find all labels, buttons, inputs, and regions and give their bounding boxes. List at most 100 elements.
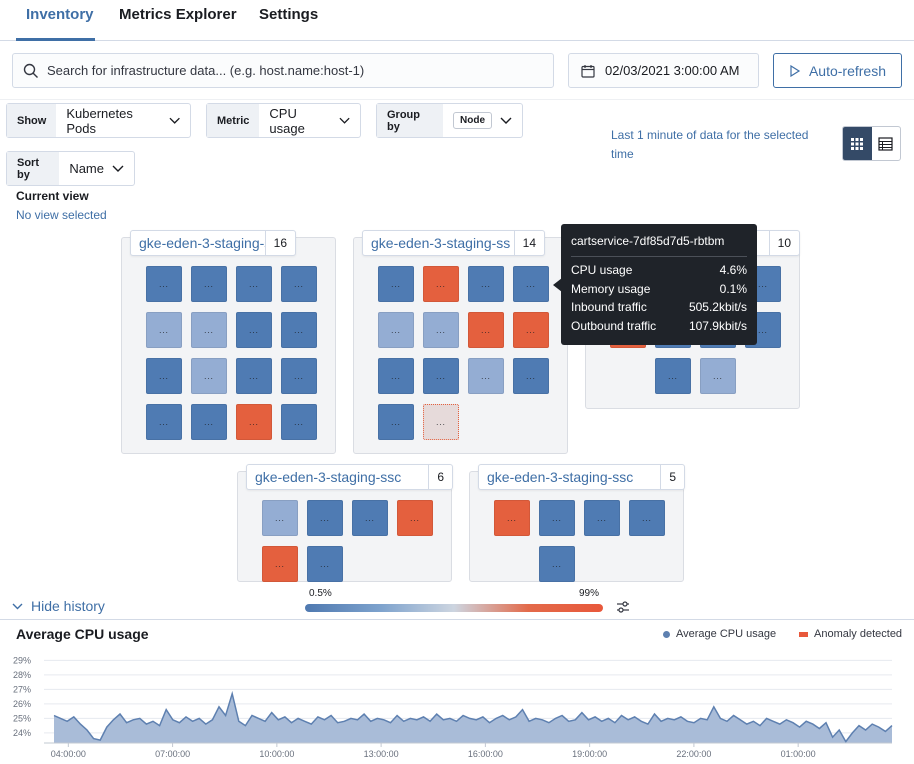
show-value: Kubernetes Pods — [66, 105, 133, 136]
table-icon — [878, 136, 893, 151]
x-tick-label: 16:00:00 — [468, 749, 503, 759]
pod-node[interactable]: ... — [191, 312, 227, 348]
pod-node[interactable]: ... — [629, 500, 665, 536]
pod-node[interactable]: ... — [307, 546, 343, 582]
group-name[interactable]: gke-eden-3-staging-ssc — [479, 469, 660, 485]
legend-max-label: 99% — [579, 588, 600, 599]
pod-node[interactable]: ... — [281, 404, 317, 440]
table-view-button[interactable] — [872, 127, 901, 160]
date-value: 02/03/2021 3:00:00 AM — [605, 63, 740, 78]
pod-node[interactable]: ... — [539, 500, 575, 536]
pod-node[interactable]: ... — [191, 404, 227, 440]
pod-node[interactable]: ... — [378, 266, 414, 302]
legend-avg-cpu-label: Average CPU usage — [676, 628, 777, 640]
group-count: 14 — [513, 231, 544, 255]
pod-node[interactable]: ... — [423, 312, 459, 348]
pod-node[interactable]: ... — [146, 358, 182, 394]
pod-node[interactable]: ... — [700, 358, 736, 394]
pod-node[interactable]: ... — [191, 266, 227, 302]
pod-node[interactable]: ... — [236, 312, 272, 348]
y-tick-label: 28% — [13, 670, 31, 680]
pod-node[interactable]: ... — [146, 404, 182, 440]
sliders-icon[interactable] — [616, 601, 630, 613]
pod-node[interactable]: ... — [352, 500, 388, 536]
group-header[interactable]: gke-eden-3-staging-ssc 6 — [246, 464, 453, 490]
cpu-history-chart: 29% 28% 27% 26% 25% 24% 04:00:00 07:00:00 10:00:… — [13, 655, 893, 759]
tab-settings[interactable]: Settings — [259, 6, 318, 23]
pod-node[interactable]: ... — [423, 404, 459, 440]
group-header[interactable]: gke-eden-3-staging-ss 14 — [362, 230, 545, 256]
y-tick-label: 25% — [13, 713, 31, 723]
group-by-label: Group by — [377, 104, 443, 137]
pod-node[interactable]: ... — [146, 266, 182, 302]
x-tick-label: 22:00:00 — [676, 749, 711, 759]
tab-inventory[interactable]: Inventory — [26, 6, 94, 23]
current-view-label: Current view — [16, 189, 89, 203]
saved-view-link[interactable]: No view selected — [16, 208, 107, 222]
pod-node[interactable]: ... — [236, 358, 272, 394]
tooltip-row: Inbound traffic 505.2kbit/s — [571, 300, 747, 314]
group-count: 5 — [660, 465, 684, 489]
pod-node[interactable]: ... — [191, 358, 227, 394]
tab-metrics-explorer[interactable]: Metrics Explorer — [119, 6, 237, 23]
date-picker[interactable]: 02/03/2021 3:00:00 AM — [568, 53, 759, 88]
pod-node[interactable]: ... — [397, 500, 433, 536]
pod-node[interactable]: ... — [378, 358, 414, 394]
group-header[interactable]: gke-eden-3-staging-ss 16 — [130, 230, 296, 256]
sort-by-label: Sort by — [7, 152, 60, 185]
search-bar[interactable] — [12, 53, 554, 88]
pod-node[interactable]: ... — [236, 404, 272, 440]
pod-node[interactable]: ... — [378, 404, 414, 440]
active-tab-indicator — [16, 38, 95, 41]
map-view-button[interactable] — [843, 127, 872, 160]
tooltip-title: cartservice-7df85d7d5-rbtbm — [571, 234, 747, 257]
play-icon — [790, 64, 801, 77]
tooltip-arrow — [553, 278, 562, 292]
pod-node[interactable]: ... — [513, 266, 549, 302]
pod-node[interactable]: ... — [539, 546, 575, 582]
pod-node[interactable]: ... — [236, 266, 272, 302]
pod-node[interactable]: ... — [513, 358, 549, 394]
metric-select[interactable]: Metric CPU usage — [206, 103, 361, 138]
map-bottom-fade — [0, 582, 914, 618]
pod-node[interactable]: ... — [468, 266, 504, 302]
pod-node[interactable]: ... — [513, 312, 549, 348]
pod-node[interactable]: ... — [262, 500, 298, 536]
y-tick-label: 26% — [13, 699, 31, 709]
pod-node[interactable]: ... — [423, 266, 459, 302]
group-by-value: Node — [453, 112, 492, 129]
pod-node[interactable]: ... — [494, 500, 530, 536]
pod-node[interactable]: ... — [423, 358, 459, 394]
group-name[interactable]: gke-eden-3-staging-ss — [363, 235, 514, 251]
pod-node[interactable]: ... — [146, 312, 182, 348]
tooltip-row: CPU usage 4.6% — [571, 263, 747, 277]
group-by-select[interactable]: Group by Node — [376, 103, 523, 138]
legend-min-label: 0.5% — [309, 588, 332, 599]
view-toggle[interactable] — [842, 126, 901, 161]
group-count: 6 — [428, 465, 452, 489]
auto-refresh-button[interactable]: Auto-refresh — [773, 53, 902, 88]
pod-node[interactable]: ... — [468, 358, 504, 394]
tooltip-row: Memory usage 0.1% — [571, 281, 747, 296]
pod-node[interactable]: ... — [262, 546, 298, 582]
hide-history-toggle[interactable]: Hide history — [12, 598, 105, 614]
x-tick-label: 07:00:00 — [155, 749, 190, 759]
chevron-down-icon — [500, 117, 512, 124]
pod-node[interactable]: ... — [584, 500, 620, 536]
pod-node[interactable]: ... — [281, 358, 317, 394]
pod-node[interactable]: ... — [307, 500, 343, 536]
pod-node[interactable]: ... — [281, 312, 317, 348]
group-header[interactable]: gke-eden-3-staging-ssc 5 — [478, 464, 685, 490]
search-input[interactable] — [47, 63, 527, 78]
group-name[interactable]: gke-eden-3-staging-ss — [131, 235, 265, 251]
pod-node[interactable]: ... — [378, 312, 414, 348]
metric-label: Metric — [207, 104, 260, 137]
pod-node[interactable]: ... — [281, 266, 317, 302]
pod-node[interactable]: ... — [468, 312, 504, 348]
x-tick-label: 19:00:00 — [572, 749, 607, 759]
group-count: 10 — [768, 231, 799, 255]
group-name[interactable]: gke-eden-3-staging-ssc — [247, 469, 428, 485]
sort-by-select[interactable]: Sort by Name — [6, 151, 135, 186]
pod-node[interactable]: ... — [655, 358, 691, 394]
show-select[interactable]: Show Kubernetes Pods — [6, 103, 191, 138]
